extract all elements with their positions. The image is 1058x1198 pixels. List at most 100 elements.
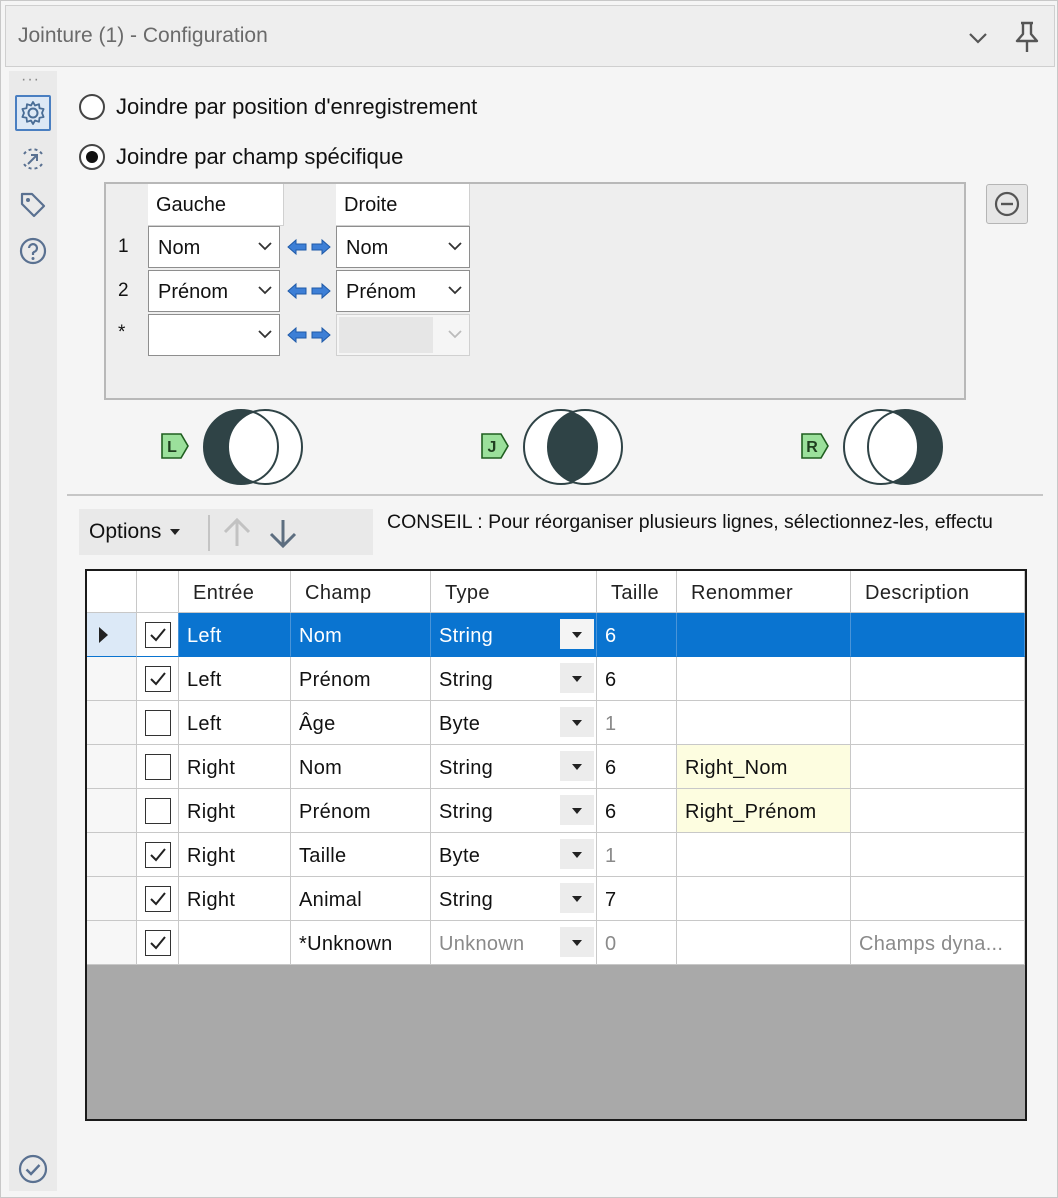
row-header[interactable]	[87, 701, 137, 745]
row-header[interactable]	[87, 833, 137, 877]
tag-icon[interactable]	[15, 187, 51, 223]
radio-join-by-field[interactable]: Joindre par champ spécifique	[79, 142, 403, 172]
type-cell[interactable]: String	[431, 613, 597, 657]
size-cell[interactable]: 6	[597, 745, 677, 789]
type-dropdown-button[interactable]	[560, 663, 594, 693]
header-input[interactable]: Entrée	[179, 571, 291, 613]
type-dropdown-button[interactable]	[560, 883, 594, 913]
row-header[interactable]	[87, 789, 137, 833]
rename-cell[interactable]	[677, 921, 851, 965]
pin-icon[interactable]	[1012, 20, 1042, 54]
arrow-up-icon[interactable]	[219, 515, 255, 551]
size-text: 6	[605, 669, 617, 691]
type-cell[interactable]: Byte	[431, 701, 597, 745]
table-row[interactable]: *Unknown Unknown 0 Champs dyna...	[87, 921, 1025, 965]
radio-join-by-position[interactable]: Joindre par position d'enregistrement	[79, 92, 477, 122]
type-text: Byte	[439, 713, 481, 735]
arrow-down-icon[interactable]	[265, 515, 301, 551]
include-checkbox[interactable]	[145, 886, 171, 912]
type-dropdown-button[interactable]	[560, 619, 594, 649]
left-output[interactable]: L	[161, 405, 307, 485]
rename-cell[interactable]: Right_Prénom	[677, 789, 851, 833]
join-output[interactable]: J	[481, 405, 627, 485]
check-circle-icon[interactable]	[17, 1153, 49, 1185]
rename-cell[interactable]	[677, 833, 851, 877]
size-cell[interactable]: 7	[597, 877, 677, 921]
type-cell[interactable]: String	[431, 789, 597, 833]
table-row[interactable]: Left Prénom String 6	[87, 657, 1025, 701]
input-text: Right	[187, 757, 236, 779]
rename-cell[interactable]	[677, 877, 851, 921]
header-size[interactable]: Taille	[597, 571, 677, 613]
type-dropdown-button[interactable]	[560, 927, 594, 957]
badge-j-icon: J	[481, 433, 509, 459]
include-checkbox[interactable]	[145, 842, 171, 868]
type-cell[interactable]: Unknown	[431, 921, 597, 965]
row-header[interactable]	[87, 877, 137, 921]
help-icon[interactable]	[15, 233, 51, 269]
table-row[interactable]: Left Âge Byte 1	[87, 701, 1025, 745]
left-field-select[interactable]: Nom	[148, 226, 280, 268]
include-checkbox-cell	[137, 921, 179, 965]
rename-cell[interactable]: Right_Nom	[677, 745, 851, 789]
include-checkbox[interactable]	[145, 666, 171, 692]
radio-button[interactable]	[79, 144, 105, 170]
size-cell[interactable]: 0	[597, 921, 677, 965]
right-field-select[interactable]: Nom	[336, 226, 470, 268]
chevron-down-icon	[448, 330, 462, 339]
right-field-select[interactable]: Prénom	[336, 270, 470, 312]
size-cell[interactable]: 1	[597, 833, 677, 877]
input-text: Left	[187, 669, 222, 691]
options-dropdown-button[interactable]: Options	[83, 515, 186, 549]
include-checkbox[interactable]	[145, 930, 171, 956]
table-row[interactable]: Left Nom String 6	[87, 613, 1025, 657]
field-text: Animal	[299, 889, 362, 911]
include-checkbox[interactable]	[145, 622, 171, 648]
header-rowhead	[87, 571, 137, 613]
header-description[interactable]: Description	[851, 571, 1025, 613]
gear-icon[interactable]	[15, 95, 51, 131]
input-cell: Right	[179, 877, 291, 921]
size-cell[interactable]: 6	[597, 657, 677, 701]
type-dropdown-button[interactable]	[560, 751, 594, 781]
field-text: Prénom	[299, 669, 371, 691]
table-row[interactable]: Right Nom String 6 Right_Nom	[87, 745, 1025, 789]
header-type[interactable]: Type	[431, 571, 597, 613]
row-header[interactable]	[87, 657, 137, 701]
size-cell[interactable]: 6	[597, 613, 677, 657]
type-dropdown-button[interactable]	[560, 839, 594, 869]
type-cell[interactable]: String	[431, 745, 597, 789]
left-field-select[interactable]	[148, 314, 280, 356]
type-cell[interactable]: String	[431, 657, 597, 701]
type-cell[interactable]: Byte	[431, 833, 597, 877]
include-checkbox[interactable]	[145, 798, 171, 824]
row-header[interactable]	[87, 613, 137, 657]
size-cell[interactable]: 1	[597, 701, 677, 745]
type-dropdown-button[interactable]	[560, 707, 594, 737]
rename-cell[interactable]	[677, 613, 851, 657]
type-cell[interactable]: String	[431, 877, 597, 921]
include-checkbox[interactable]	[145, 754, 171, 780]
header-field[interactable]: Champ	[291, 571, 431, 613]
size-cell[interactable]: 6	[597, 789, 677, 833]
left-field-select[interactable]: Prénom	[148, 270, 280, 312]
field-text: Nom	[299, 625, 343, 647]
chevron-down-icon[interactable]	[964, 24, 992, 52]
right-output[interactable]: R	[801, 405, 947, 485]
type-dropdown-button[interactable]	[560, 795, 594, 825]
connection-icon[interactable]	[15, 141, 51, 177]
header-rename[interactable]: Renommer	[677, 571, 851, 613]
row-header[interactable]	[87, 745, 137, 789]
table-row[interactable]: Right Animal String 7	[87, 877, 1025, 921]
radio-label: Joindre par champ spécifique	[116, 144, 404, 169]
table-row[interactable]: Right Taille Byte 1	[87, 833, 1025, 877]
row-header[interactable]	[87, 921, 137, 965]
radio-button[interactable]	[79, 94, 105, 120]
include-checkbox[interactable]	[145, 710, 171, 736]
table-row[interactable]: Right Prénom String 6 Right_Prénom	[87, 789, 1025, 833]
rename-cell[interactable]	[677, 701, 851, 745]
remove-row-button[interactable]	[986, 184, 1028, 224]
venn-inner-icon	[523, 409, 623, 485]
rename-cell[interactable]	[677, 657, 851, 701]
check-icon	[150, 936, 166, 950]
